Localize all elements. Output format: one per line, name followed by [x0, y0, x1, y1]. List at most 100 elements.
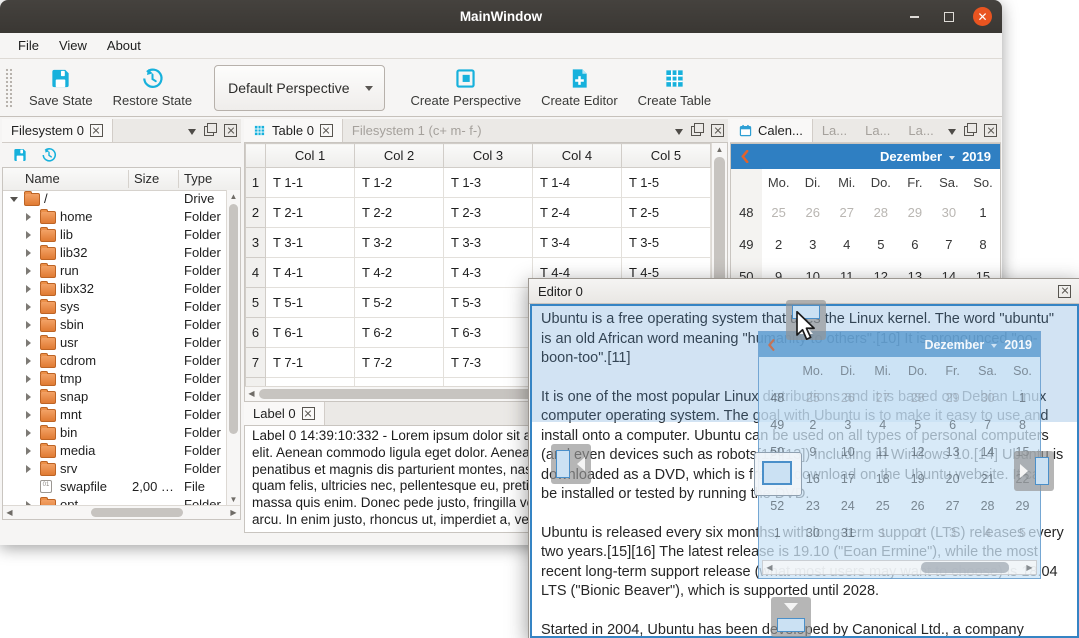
scroll-left-icon[interactable]: ◀	[245, 387, 258, 400]
calendar-day[interactable]: 28	[864, 205, 898, 220]
table-cell[interactable]: T 2-2	[355, 198, 444, 228]
table-cell[interactable]: T 1-2	[355, 168, 444, 198]
table-cell[interactable]: T 7-2	[355, 348, 444, 378]
tab-close-icon[interactable]	[320, 124, 333, 137]
tree-row-sbin[interactable]: sbinFolder	[3, 316, 226, 334]
expander-collapsed-icon[interactable]	[26, 429, 31, 437]
table-cell[interactable]: T 2-1	[266, 198, 355, 228]
column-header[interactable]: Col 1	[266, 144, 355, 168]
minimize-button[interactable]	[905, 7, 924, 26]
table-cell[interactable]: T 2-5	[621, 198, 710, 228]
tab-label-3[interactable]: La...	[899, 119, 942, 142]
menu-view[interactable]: View	[49, 35, 97, 56]
column-divider[interactable]	[128, 170, 129, 188]
expander-collapsed-icon[interactable]	[26, 249, 31, 257]
calendar-day[interactable]: 26	[900, 499, 935, 513]
calendar-day[interactable]: 11	[865, 445, 900, 459]
calendar-day[interactable]: 30	[795, 526, 830, 540]
panel-close-icon[interactable]	[711, 124, 724, 137]
calendar-day[interactable]: 1	[966, 205, 1000, 220]
panel-float-icon[interactable]	[691, 126, 701, 136]
calendar-day[interactable]: 2	[762, 237, 796, 252]
table-cell[interactable]: T 3-1	[266, 228, 355, 258]
expander-collapsed-icon[interactable]	[26, 375, 31, 383]
calendar-day[interactable]: 20	[935, 472, 970, 486]
tree-row-home[interactable]: homeFolder	[3, 208, 226, 226]
tree-row-root[interactable]: /Drive	[3, 190, 226, 208]
year-select[interactable]: 2019	[962, 149, 991, 164]
calendar-day[interactable]: 25	[795, 391, 830, 405]
expander-collapsed-icon[interactable]	[26, 231, 31, 239]
vertical-scrollbar[interactable]: ▲ ▼	[226, 190, 240, 506]
calendar-day[interactable]: 27	[935, 499, 970, 513]
save-icon[interactable]	[12, 147, 28, 163]
column-name[interactable]: Name	[25, 171, 60, 186]
calendar-day[interactable]: 30	[970, 391, 1005, 405]
calendar-day[interactable]: 29	[1005, 499, 1040, 513]
scroll-up-icon[interactable]: ▲	[227, 190, 240, 203]
tree-row-cdrom[interactable]: cdromFolder	[3, 352, 226, 370]
tree-row-libx32[interactable]: libx32Folder	[3, 280, 226, 298]
tree-row-sys[interactable]: sysFolder	[3, 298, 226, 316]
horizontal-scrollbar[interactable]: ◀ ▶	[3, 505, 240, 519]
table-cell[interactable]: T 7-1	[266, 348, 355, 378]
tab-close-icon[interactable]	[90, 124, 103, 137]
calendar-day[interactable]: 25	[762, 205, 796, 220]
calendar-day[interactable]: 7	[932, 237, 966, 252]
table-cell[interactable]: T 3-4	[532, 228, 621, 258]
create-editor-button[interactable]: Create Editor	[531, 64, 628, 111]
row-header[interactable]: 7	[246, 348, 266, 378]
calendar-day[interactable]: 17	[830, 472, 865, 486]
tab-label-2[interactable]: La...	[856, 119, 899, 142]
tree-row-bin[interactable]: binFolder	[3, 424, 226, 442]
tab-label-1[interactable]: La...	[813, 119, 856, 142]
calendar-day[interactable]: 4	[970, 526, 1005, 540]
row-header[interactable]: 3	[246, 228, 266, 258]
calendar-day[interactable]: 28	[900, 391, 935, 405]
table-cell[interactable]: T 5-2	[355, 288, 444, 318]
panel-close-icon[interactable]	[984, 124, 997, 137]
table-cell[interactable]: T 1-5	[621, 168, 710, 198]
calendar-day[interactable]: 8	[966, 237, 1000, 252]
calendar-day[interactable]: 25	[865, 499, 900, 513]
maximize-button[interactable]	[939, 7, 958, 26]
expander-collapsed-icon[interactable]	[26, 447, 31, 455]
calendar-day[interactable]: 6	[898, 237, 932, 252]
calendar-day[interactable]: 30	[932, 205, 966, 220]
restore-state-button[interactable]: Restore State	[103, 64, 203, 111]
tab-table-0[interactable]: Table 0	[244, 119, 343, 142]
table-cell[interactable]: T 4-1	[266, 258, 355, 288]
calendar-day[interactable]: 29	[935, 391, 970, 405]
calendar-day[interactable]: 18	[865, 472, 900, 486]
calendar-day[interactable]: 27	[865, 391, 900, 405]
scrollbar-thumb[interactable]	[91, 508, 183, 517]
toolbar-drag-handle[interactable]	[5, 68, 12, 108]
history-icon[interactable]	[41, 147, 57, 163]
month-select[interactable]: Dezember	[880, 149, 942, 164]
row-header[interactable]: 4	[246, 258, 266, 288]
calendar-day[interactable]: 10	[830, 445, 865, 459]
calendar-day[interactable]: 6	[935, 418, 970, 432]
calendar-day[interactable]: 19	[900, 472, 935, 486]
column-header[interactable]: Col 2	[355, 144, 444, 168]
calendar-day[interactable]: 1	[865, 526, 900, 540]
dock-indicator-bottom[interactable]	[771, 597, 811, 637]
tree-row-lib32[interactable]: lib32Folder	[3, 244, 226, 262]
tree-row-run[interactable]: runFolder	[3, 262, 226, 280]
tree-row-swapfile[interactable]: 01swapfile2,00 …File	[3, 478, 226, 496]
panel-close-icon[interactable]	[224, 124, 237, 137]
dock-indicator-center[interactable]	[754, 452, 802, 496]
calendar-day[interactable]: 5	[1005, 526, 1040, 540]
tree-row-lib[interactable]: libFolder	[3, 226, 226, 244]
table-cell[interactable]: T 1-3	[444, 168, 533, 198]
table-cell[interactable]: T 8-3	[444, 378, 533, 387]
previous-month-icon[interactable]	[740, 150, 749, 163]
scroll-left-icon[interactable]: ◀	[3, 506, 16, 519]
tab-label-0[interactable]: Label 0	[244, 402, 325, 425]
column-header[interactable]: Col 4	[532, 144, 621, 168]
expander-collapsed-icon[interactable]	[26, 465, 31, 473]
save-state-button[interactable]: Save State	[19, 64, 103, 111]
editor-close-icon[interactable]	[1058, 285, 1071, 298]
scroll-up-icon[interactable]: ▲	[712, 143, 727, 156]
calendar-day[interactable]: 8	[1005, 418, 1040, 432]
